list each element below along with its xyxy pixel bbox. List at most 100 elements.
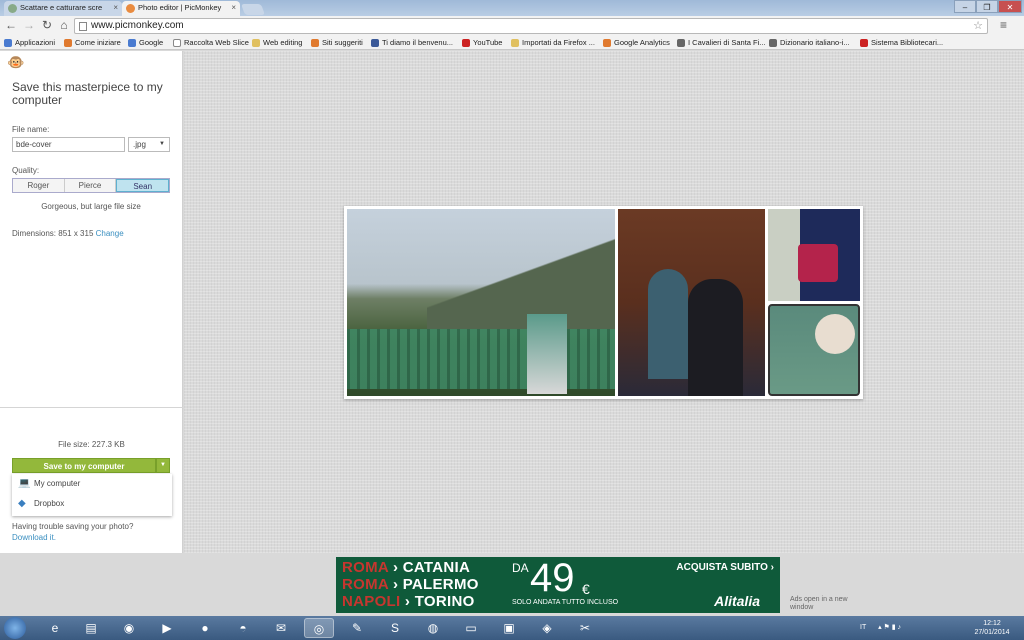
app-icon[interactable]: ◍ bbox=[418, 618, 448, 638]
minimize-button[interactable]: – bbox=[954, 0, 976, 13]
bookmark-label: I Cavalieri di Santa Fi... bbox=[688, 38, 766, 47]
command-prompt-icon[interactable]: ▭ bbox=[456, 618, 486, 638]
bookmark-item[interactable]: Come iniziare bbox=[64, 36, 121, 50]
home-icon[interactable]: ⌂ bbox=[57, 18, 71, 32]
taskbar: e ▤ ◉ ▶ ● ◓ ✉ ◎ ✎ S ◍ ▭ ▣ ◈ ✂ IT ▴ ⚑ ▮ ♪… bbox=[0, 616, 1024, 640]
app-icon[interactable]: ◓ bbox=[228, 618, 258, 638]
close-tab-icon[interactable]: × bbox=[231, 1, 236, 15]
bookmark-item[interactable]: YouTube bbox=[462, 36, 502, 50]
gimp-icon[interactable]: ✎ bbox=[342, 618, 372, 638]
media-player-icon[interactable]: ▶ bbox=[152, 618, 182, 638]
quality-label: Quality: bbox=[12, 166, 40, 175]
bookmark-star-icon[interactable]: ☆ bbox=[973, 19, 983, 33]
ad-routes: ROMA › CATANIA ROMA › PALERMO NAPOLI › T… bbox=[342, 559, 502, 610]
ad-route: NAPOLI › TORINO bbox=[342, 593, 475, 610]
bookmark-item[interactable]: Ti diamo il benvenu... bbox=[371, 36, 453, 50]
bookmark-item[interactable]: Sistema Bibliotecari... bbox=[860, 36, 943, 50]
save-to-computer-button[interactable]: Save to my computer bbox=[12, 458, 156, 473]
quality-option-roger[interactable]: Roger bbox=[13, 179, 65, 192]
favicon-icon bbox=[8, 4, 17, 13]
person-shape bbox=[648, 269, 688, 379]
cup-shape bbox=[815, 314, 855, 354]
facebook-icon bbox=[371, 39, 379, 47]
ad-currency: € bbox=[582, 581, 590, 597]
format-select[interactable]: .jpg ▼ bbox=[128, 137, 170, 152]
save-destination-menu: 💻 My computer ◆ Dropbox bbox=[12, 474, 172, 516]
format-value: .jpg bbox=[133, 140, 146, 149]
bookmark-item[interactable]: Raccolta Web Slice bbox=[173, 36, 249, 50]
clock[interactable]: 12:12 27/01/2014 bbox=[968, 619, 1016, 637]
bookmark-item[interactable]: Web editing bbox=[252, 36, 302, 50]
thunderbird-icon[interactable]: ✉ bbox=[266, 618, 296, 638]
file-size: File size: 227.3 KB bbox=[58, 440, 125, 449]
bookmark-item[interactable]: Applicazioni bbox=[4, 36, 55, 50]
snipping-tool-icon[interactable]: ✂ bbox=[570, 618, 600, 638]
quality-option-sean[interactable]: Sean bbox=[116, 179, 170, 192]
advertisement-banner[interactable]: ROMA › CATANIA ROMA › PALERMO NAPOLI › T… bbox=[336, 557, 780, 613]
close-window-button[interactable]: ✕ bbox=[998, 0, 1022, 13]
menu-item-my-computer[interactable]: 💻 My computer bbox=[12, 474, 172, 494]
ad-price: 49 bbox=[530, 556, 575, 600]
bookmark-label: Dizionario italiano-i... bbox=[780, 38, 850, 47]
address-bar[interactable]: www.picmonkey.com ☆ bbox=[74, 18, 988, 34]
firefox-icon bbox=[64, 39, 72, 47]
bookmark-label: Google Analytics bbox=[614, 38, 670, 47]
browser-tab-1[interactable]: Scattare e catturare scre × bbox=[4, 1, 122, 16]
language-indicator[interactable]: IT bbox=[860, 624, 866, 631]
mountain-shape bbox=[427, 229, 615, 329]
ad-subtitle: SOLO ANDATA TUTTO INCLUSO bbox=[512, 599, 619, 606]
app-icon[interactable]: ◈ bbox=[532, 618, 562, 638]
collage-preview bbox=[344, 206, 863, 399]
chrome-icon[interactable]: ◎ bbox=[304, 618, 334, 638]
bookmark-item[interactable]: Importati da Firefox ... bbox=[511, 36, 595, 50]
file-explorer-icon[interactable]: ▤ bbox=[76, 618, 106, 638]
menu-item-dropbox[interactable]: ◆ Dropbox bbox=[12, 494, 172, 514]
bookmark-label: Importati da Firefox ... bbox=[522, 38, 595, 47]
system-tray: IT ▴ ⚑ ▮ ♪ bbox=[860, 620, 960, 636]
ad-cta[interactable]: ACQUISTA SUBITO › bbox=[676, 562, 774, 573]
bookmark-item[interactable]: Dizionario italiano-i... bbox=[769, 36, 850, 50]
chevron-down-icon: ▼ bbox=[159, 141, 165, 147]
folder-icon bbox=[511, 39, 519, 47]
divider bbox=[0, 407, 183, 408]
skype-icon[interactable]: S bbox=[380, 618, 410, 638]
analytics-icon bbox=[603, 39, 611, 47]
bookmark-item[interactable]: Siti suggeriti bbox=[311, 36, 363, 50]
save-options-dropdown[interactable]: ▼ bbox=[156, 458, 170, 473]
picmonkey-favicon-icon bbox=[126, 4, 135, 13]
quality-option-pierce[interactable]: Pierce bbox=[64, 179, 117, 192]
firefox-icon[interactable]: ◉ bbox=[114, 618, 144, 638]
alitalia-logo: Alitalia bbox=[714, 593, 760, 609]
picmonkey-logo-icon[interactable]: 🐵 bbox=[7, 55, 27, 69]
app-icon[interactable]: ▣ bbox=[494, 618, 524, 638]
file-name-input[interactable]: bde-cover bbox=[12, 137, 125, 152]
ads-note: Ads open in a new window bbox=[790, 596, 848, 611]
download-link[interactable]: Download it. bbox=[12, 532, 133, 543]
url-text: www.picmonkey.com bbox=[91, 20, 184, 31]
trouble-help: Having trouble saving your photo? Downlo… bbox=[12, 521, 133, 543]
bookmark-item[interactable]: Google bbox=[128, 36, 163, 50]
menu-icon[interactable]: ≡ bbox=[1000, 19, 1014, 31]
dimensions-label: Dimensions: bbox=[12, 229, 57, 238]
ad-route: ROMA › PALERMO bbox=[342, 576, 479, 593]
photo-coastal-view bbox=[347, 209, 615, 396]
bookmark-item[interactable]: I Cavalieri di Santa Fi... bbox=[677, 36, 766, 50]
menu-item-label: My computer bbox=[34, 479, 81, 488]
browser-tab-2[interactable]: Photo editor | PicMonkey × bbox=[122, 1, 240, 16]
change-dimensions-link[interactable]: Change bbox=[96, 229, 124, 238]
internet-explorer-icon[interactable]: e bbox=[40, 618, 70, 638]
bookmark-label: Ti diamo il benvenu... bbox=[382, 38, 454, 47]
tray-icons[interactable]: ▴ ⚑ ▮ ♪ bbox=[878, 624, 901, 631]
back-arrow-icon[interactable]: ← bbox=[4, 18, 18, 32]
bookmark-item[interactable]: Google Analytics bbox=[603, 36, 670, 50]
reload-icon[interactable]: ↻ bbox=[40, 18, 54, 32]
start-button[interactable] bbox=[4, 617, 26, 639]
page-icon bbox=[769, 39, 777, 47]
app-icon[interactable]: ● bbox=[190, 618, 220, 638]
bookmark-label: Web editing bbox=[263, 38, 303, 47]
new-tab-button[interactable] bbox=[240, 4, 266, 15]
page-icon bbox=[677, 39, 685, 47]
maximize-button[interactable]: ❐ bbox=[976, 0, 998, 13]
forward-arrow-icon[interactable]: → bbox=[22, 18, 36, 32]
close-tab-icon[interactable]: × bbox=[113, 1, 118, 15]
